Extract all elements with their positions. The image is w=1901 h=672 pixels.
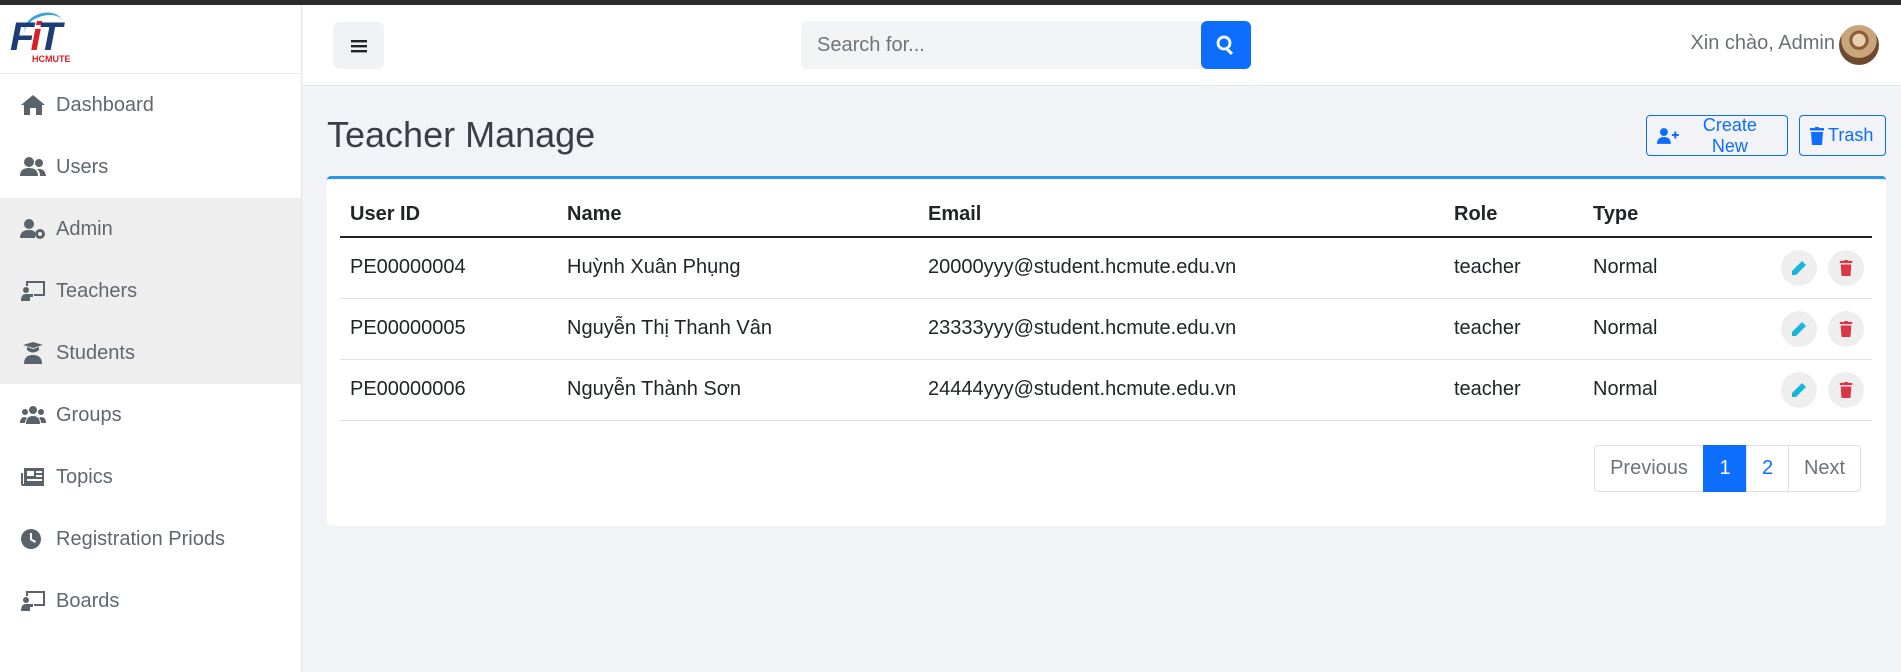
cell-name: Nguyễn Thành Sơn	[557, 359, 918, 421]
sidebar-item-users[interactable]: Users	[0, 136, 301, 198]
graduate-icon	[23, 342, 43, 364]
sidebar-item-topics[interactable]: Topics	[0, 446, 301, 508]
cell-email: 24444yyy@student.hcmute.edu.vn	[918, 359, 1444, 421]
cell-name: Nguyễn Thị Thanh Vân	[557, 298, 918, 360]
sidebar: FiT HCMUTE Dashboard Users Admin Teacher…	[0, 5, 302, 672]
sidebar-item-boards[interactable]: Boards	[0, 570, 301, 632]
pencil-icon	[1792, 382, 1807, 397]
trash-icon	[1839, 259, 1853, 276]
cell-email: 20000yyy@student.hcmute.edu.vn	[918, 237, 1444, 299]
sidebar-item-label: Registration Priods	[56, 527, 225, 550]
clock-icon	[21, 529, 41, 549]
search-input[interactable]	[801, 21, 1201, 69]
pagination-previous[interactable]: Previous	[1594, 445, 1704, 492]
pagination: Previous 1 2 Next	[1594, 445, 1861, 492]
home-icon	[21, 95, 45, 115]
greeting-text: Xin chào, Admin	[1690, 32, 1835, 54]
cell-actions	[1748, 237, 1872, 299]
cell-user-id: PE00000004	[340, 237, 557, 299]
trash-icon	[1839, 381, 1853, 398]
chalkboard-teacher-icon	[21, 281, 45, 301]
hamburger-icon	[350, 39, 367, 52]
create-new-button[interactable]: Create New	[1646, 115, 1788, 156]
column-header-user-id: User ID	[340, 193, 557, 238]
users-icon	[20, 157, 46, 176]
cell-role: teacher	[1444, 237, 1583, 299]
logo-subtext: HCMUTE	[32, 54, 71, 64]
trash-icon	[1839, 320, 1853, 337]
pagination-next[interactable]: Next	[1788, 445, 1861, 492]
group-icon	[20, 406, 46, 424]
sidebar-item-label: Topics	[56, 465, 113, 488]
newspaper-icon	[21, 468, 44, 486]
brand[interactable]: FiT HCMUTE	[0, 5, 301, 74]
sidebar-item-students[interactable]: Students	[0, 322, 301, 384]
table-header-row: User ID Name Email Role Type	[340, 193, 1872, 238]
sidebar-item-label: Users	[56, 155, 109, 178]
cell-name: Huỳnh Xuân Phụng	[557, 237, 918, 299]
trash-icon	[1810, 126, 1824, 145]
column-header-email: Email	[918, 193, 1444, 238]
logo-text: FiT	[10, 15, 62, 59]
sidebar-item-label: Teachers	[56, 279, 138, 302]
chalkboard-teacher-icon	[21, 591, 45, 611]
search-icon	[1216, 35, 1234, 55]
user-plus-icon	[1657, 127, 1679, 144]
search-bar	[801, 21, 1251, 69]
sidebar-item-label: Groups	[56, 403, 122, 426]
top-header: Xin chào, Admin	[303, 5, 1901, 86]
sidebar-item-dashboard[interactable]: Dashboard	[0, 74, 301, 136]
menu-toggle-button[interactable]	[333, 22, 384, 69]
trash-label: Trash	[1828, 125, 1874, 145]
table-row: PE00000004 Huỳnh Xuân Phụng 20000yyy@stu…	[340, 237, 1872, 299]
edit-button[interactable]	[1781, 249, 1818, 286]
sidebar-item-label: Admin	[56, 217, 113, 240]
cell-role: teacher	[1444, 298, 1583, 360]
cell-type: Normal	[1583, 298, 1748, 360]
column-header-type: Type	[1583, 193, 1748, 238]
sidebar-item-teachers[interactable]: Teachers	[0, 260, 301, 322]
edit-button[interactable]	[1781, 371, 1818, 408]
page-title: Teacher Manage	[327, 114, 596, 155]
fit-logo[interactable]: FiT HCMUTE	[10, 7, 78, 65]
pencil-icon	[1792, 260, 1807, 275]
delete-button[interactable]	[1828, 371, 1864, 408]
avatar[interactable]	[1839, 25, 1879, 65]
sidebar-nav: Dashboard Users Admin Teachers Students …	[0, 74, 301, 632]
sidebar-item-admin[interactable]: Admin	[0, 198, 301, 260]
cell-actions	[1748, 298, 1872, 360]
column-header-actions	[1748, 193, 1872, 238]
cell-type: Normal	[1583, 237, 1748, 299]
pencil-icon	[1792, 321, 1807, 336]
sidebar-item-registration-periods[interactable]: Registration Priods	[0, 508, 301, 570]
pagination-page-2[interactable]: 2	[1746, 445, 1789, 492]
edit-button[interactable]	[1781, 310, 1818, 347]
cell-email: 23333yyy@student.hcmute.edu.vn	[918, 298, 1444, 360]
table-row: PE00000005 Nguyễn Thị Thanh Vân 23333yyy…	[340, 298, 1872, 360]
delete-button[interactable]	[1828, 249, 1864, 286]
teacher-table-card: User ID Name Email Role Type PE00000004 …	[327, 176, 1886, 526]
sidebar-item-label: Dashboard	[56, 93, 154, 116]
sidebar-item-label: Boards	[56, 589, 120, 612]
column-header-role: Role	[1444, 193, 1583, 238]
cell-type: Normal	[1583, 359, 1748, 421]
create-new-label: Create New	[1702, 114, 1757, 156]
column-header-name: Name	[557, 193, 918, 238]
cell-role: teacher	[1444, 359, 1583, 421]
cell-user-id: PE00000005	[340, 298, 557, 360]
delete-button[interactable]	[1828, 310, 1864, 347]
cell-actions	[1748, 359, 1872, 421]
sidebar-item-groups[interactable]: Groups	[0, 384, 301, 446]
teacher-table: User ID Name Email Role Type PE00000004 …	[340, 193, 1872, 421]
pagination-page-1[interactable]: 1	[1703, 445, 1747, 492]
sidebar-item-label: Students	[56, 341, 135, 364]
cell-user-id: PE00000006	[340, 359, 557, 421]
table-row: PE00000006 Nguyễn Thành Sơn 24444yyy@stu…	[340, 359, 1872, 421]
user-gear-icon	[20, 219, 45, 239]
trash-button[interactable]: Trash	[1799, 115, 1886, 156]
search-button[interactable]	[1201, 21, 1251, 69]
